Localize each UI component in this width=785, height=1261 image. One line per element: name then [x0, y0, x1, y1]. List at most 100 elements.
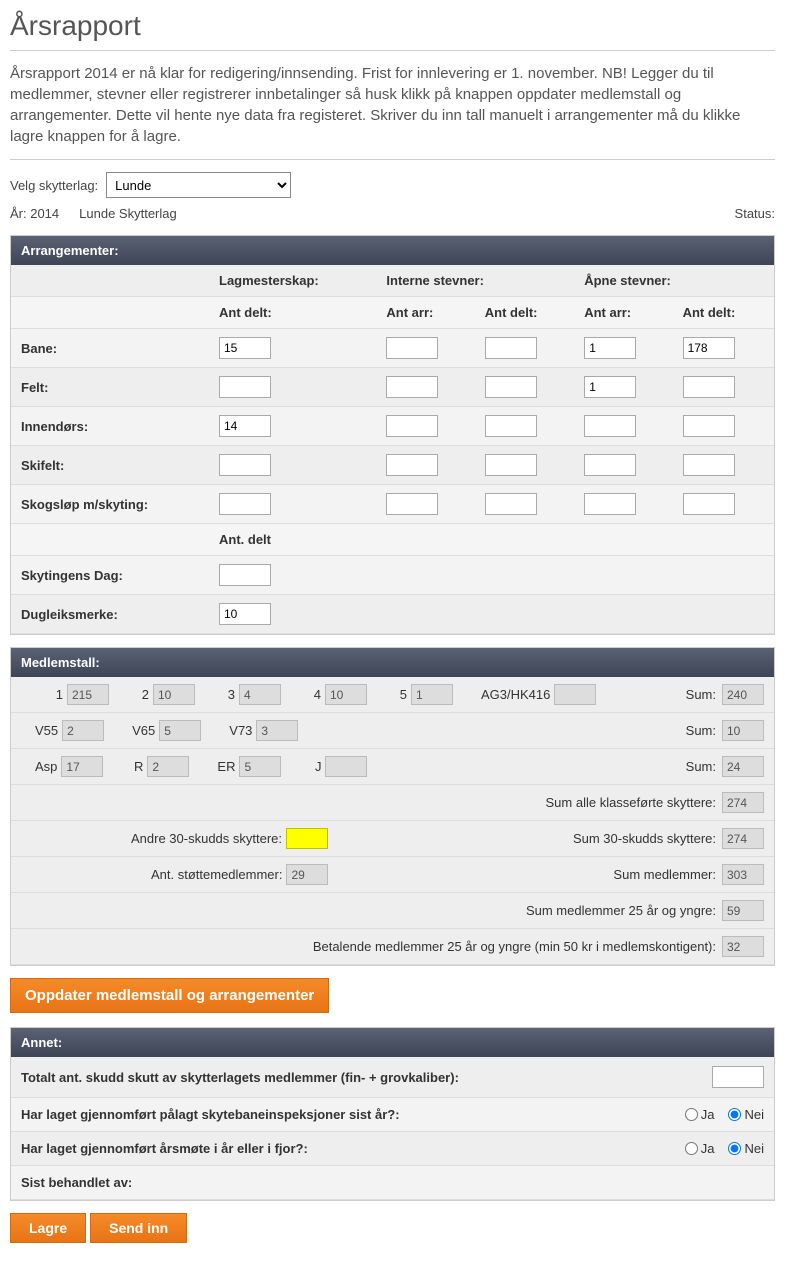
sub-ant-delt: Ant delt:: [477, 297, 576, 329]
m1-l5: 5: [395, 687, 407, 702]
m6-val: [286, 864, 328, 885]
m7-val: [722, 900, 764, 921]
skifelt-int-arr[interactable]: [386, 454, 438, 476]
m5-label: Andre 30-skudds skyttere:: [131, 831, 282, 846]
m1-vag3: [554, 684, 596, 705]
m5-sum-l: Sum 30-skudds skyttere:: [573, 831, 716, 846]
annet-header: Annet:: [11, 1028, 774, 1057]
sub-ant-delt: Ant delt:: [211, 297, 378, 329]
bane-int-arr[interactable]: [386, 337, 438, 359]
lag-name: Lunde Skytterlag: [79, 206, 177, 221]
skogslop-apne-delt[interactable]: [683, 493, 735, 515]
skytingens-dag-input[interactable]: [219, 564, 271, 586]
row-dugleiksmerke-label: Dugleiksmerke:: [11, 595, 211, 634]
felt-lag-delt[interactable]: [219, 376, 271, 398]
divider: [10, 159, 775, 160]
skifelt-lag-delt[interactable]: [219, 454, 271, 476]
bane-lag-delt[interactable]: [219, 337, 271, 359]
m3-v4: [325, 756, 367, 777]
q2-nei-label[interactable]: Nei: [728, 1107, 764, 1122]
skytterlag-select[interactable]: Lunde: [106, 172, 291, 198]
skifelt-apne-arr[interactable]: [584, 454, 636, 476]
m1-sum-v: [722, 684, 764, 705]
m2-v1: [62, 720, 104, 741]
q3-nei-radio[interactable]: [728, 1142, 741, 1155]
q3-nei-label[interactable]: Nei: [728, 1141, 764, 1156]
felt-apne-arr[interactable]: [584, 376, 636, 398]
m2-l3: V73: [229, 723, 252, 738]
m4-val: [722, 792, 764, 813]
m1-l1: 1: [51, 687, 63, 702]
m3-l4: J: [309, 759, 321, 774]
innendors-apne-delt[interactable]: [683, 415, 735, 437]
innendors-lag-delt[interactable]: [219, 415, 271, 437]
arrangementer-panel: Arrangementer: Lagmesterskap: Interne st…: [10, 235, 775, 635]
m1-v3: [239, 684, 281, 705]
m4-label: Sum alle klasseførte skyttere:: [546, 795, 717, 810]
annet-q1: Totalt ant. skudd skutt av skytterlagets…: [21, 1070, 459, 1085]
m3-sum-l: Sum:: [686, 759, 716, 774]
m3-l3: ER: [217, 759, 235, 774]
oppdater-button[interactable]: Oppdater medlemstall og arrangementer: [10, 978, 329, 1013]
skogslop-int-arr[interactable]: [386, 493, 438, 515]
felt-int-delt[interactable]: [485, 376, 537, 398]
q3-ja-label[interactable]: Ja: [685, 1141, 715, 1156]
dugleiksmerke-input[interactable]: [219, 603, 271, 625]
q2-ja-label[interactable]: Ja: [685, 1107, 715, 1122]
skogslop-lag-delt[interactable]: [219, 493, 271, 515]
m1-v2: [153, 684, 195, 705]
row-skogslop-label: Skogsløp m/skyting:: [11, 485, 211, 524]
m5-input[interactable]: [286, 828, 328, 849]
skogslop-int-delt[interactable]: [485, 493, 537, 515]
annet-q4: Sist behandlet av:: [21, 1175, 132, 1190]
skytterlag-label: Velg skytterlag:: [10, 178, 98, 193]
m2-sum-v: [722, 720, 764, 741]
sub-ant-delt: Ant delt:: [675, 297, 774, 329]
row-innendors-label: Innendørs:: [11, 407, 211, 446]
send-inn-button[interactable]: Send inn: [90, 1213, 187, 1243]
felt-int-arr[interactable]: [386, 376, 438, 398]
bane-apne-arr[interactable]: [584, 337, 636, 359]
skifelt-apne-delt[interactable]: [683, 454, 735, 476]
annet-panel: Annet: Totalt ant. skudd skutt av skytte…: [10, 1027, 775, 1201]
lagre-button[interactable]: Lagre: [10, 1213, 86, 1243]
annet-q3: Har laget gjennomført årsmøte i år eller…: [21, 1141, 308, 1156]
m2-l1: V55: [35, 723, 58, 738]
bane-apne-delt[interactable]: [683, 337, 735, 359]
arrangementer-header: Arrangementer:: [11, 236, 774, 265]
m8-label: Betalende medlemmer 25 år og yngre (min …: [313, 939, 716, 954]
divider: [10, 50, 775, 51]
sub-ant-arr: Ant arr:: [378, 297, 476, 329]
m1-l2: 2: [137, 687, 149, 702]
m1-sum-l: Sum:: [686, 687, 716, 702]
innendors-apne-arr[interactable]: [584, 415, 636, 437]
row-skifelt-label: Skifelt:: [11, 446, 211, 485]
innendors-int-arr[interactable]: [386, 415, 438, 437]
annet-q2: Har laget gjennomført pålagt skytebanein…: [21, 1107, 400, 1122]
m3-v2: [147, 756, 189, 777]
m1-v4: [325, 684, 367, 705]
m3-l2: R: [131, 759, 143, 774]
bane-int-delt[interactable]: [485, 337, 537, 359]
q2-nei-radio[interactable]: [728, 1108, 741, 1121]
annet-q1-input[interactable]: [712, 1066, 764, 1088]
q2-ja-radio[interactable]: [685, 1108, 698, 1121]
skogslop-apne-arr[interactable]: [584, 493, 636, 515]
m7-label: Sum medlemmer 25 år og yngre:: [526, 903, 716, 918]
m1-v5: [411, 684, 453, 705]
m1-v1: [67, 684, 109, 705]
m2-v3: [256, 720, 298, 741]
skifelt-int-delt[interactable]: [485, 454, 537, 476]
status-label: Status:: [735, 206, 775, 221]
m2-sum-l: Sum:: [686, 723, 716, 738]
intro-text: Årsrapport 2014 er nå klar for redigerin…: [10, 63, 775, 147]
m1-l4: 4: [309, 687, 321, 702]
col-lagmesterskap: Lagmesterskap:: [211, 265, 378, 297]
m1-l3: 3: [223, 687, 235, 702]
innendors-int-delt[interactable]: [485, 415, 537, 437]
row-skytingens-dag-label: Skytingens Dag:: [11, 556, 211, 595]
felt-apne-delt[interactable]: [683, 376, 735, 398]
medlemstall-panel: Medlemstall: 1 2 3 4 5 AG3/HK416 Sum: V5…: [10, 647, 775, 966]
m3-v1: [61, 756, 103, 777]
q3-ja-radio[interactable]: [685, 1142, 698, 1155]
